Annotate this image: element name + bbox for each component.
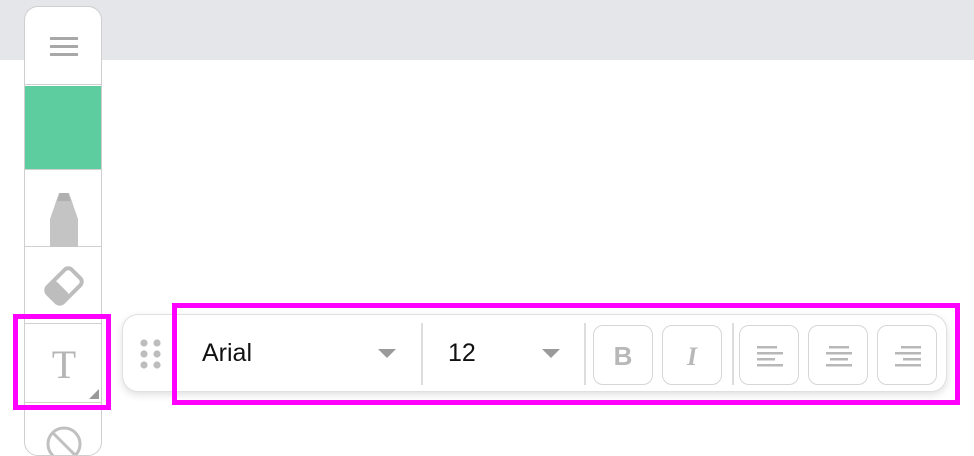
text-format-toolbar: Arial 12 B I: [122, 314, 947, 392]
svg-text:B: B: [614, 341, 633, 371]
align-left-button[interactable]: [739, 325, 799, 385]
palette-menu-button[interactable]: [25, 7, 101, 85]
font-size-select[interactable]: 12: [448, 327, 568, 379]
tool-palette: T: [24, 6, 102, 456]
text-tool-icon: T: [52, 342, 99, 399]
svg-text:T: T: [52, 342, 76, 387]
align-center-icon: [826, 346, 852, 367]
canvas-top-band: [0, 0, 974, 60]
align-right-button[interactable]: [877, 325, 937, 385]
bold-button[interactable]: B: [593, 325, 653, 385]
svg-text:I: I: [686, 342, 698, 371]
font-size-value: 12: [448, 339, 476, 367]
text-tool-button[interactable]: T: [25, 325, 101, 403]
shape-tool-button[interactable]: [25, 404, 101, 455]
drag-handle-icon[interactable]: [138, 337, 164, 371]
color-swatch-button[interactable]: [25, 86, 101, 170]
eraser-tool-button[interactable]: [25, 248, 101, 324]
italic-button[interactable]: I: [662, 325, 722, 385]
font-family-select[interactable]: Arial: [202, 327, 417, 379]
italic-icon: I: [686, 342, 698, 371]
pen-tool-button[interactable]: [25, 171, 101, 247]
align-right-icon: [895, 346, 921, 367]
toolbar-divider: [584, 323, 586, 385]
toolbar-divider: [732, 323, 734, 385]
chevron-down-icon: [378, 349, 396, 358]
align-left-icon: [757, 346, 783, 367]
eraser-icon: [44, 266, 84, 306]
pen-icon: [50, 193, 78, 247]
hamburger-menu-icon: [50, 37, 78, 56]
align-center-button[interactable]: [808, 325, 868, 385]
no-sign-icon: [46, 426, 82, 455]
bold-icon: B: [614, 341, 633, 371]
toolbar-divider: [421, 323, 423, 385]
font-family-value: Arial: [202, 339, 253, 367]
chevron-down-icon: [542, 349, 560, 358]
